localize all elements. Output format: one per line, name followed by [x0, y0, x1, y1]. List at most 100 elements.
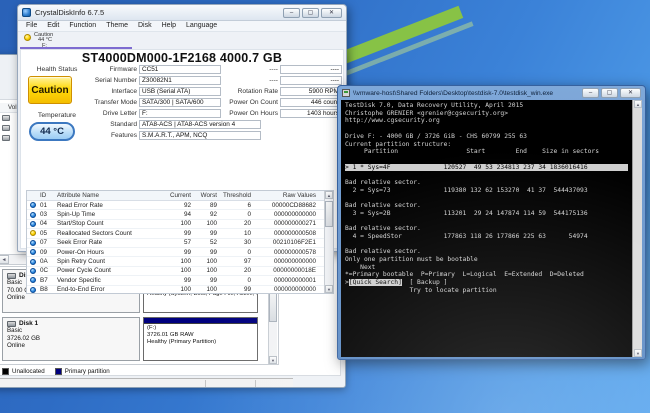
table-header: ID Attribute Name Current Worst Threshol… [27, 191, 333, 201]
field-value: 5900 RPM [280, 87, 342, 96]
status-bar [0, 378, 293, 387]
field-label: ---- [224, 77, 278, 84]
menu-item[interactable]: Theme [101, 21, 133, 31]
maximize-button[interactable]: ▢ [601, 88, 618, 98]
field-row: Rotation Rate 5900 RPM [224, 86, 342, 97]
table-row[interactable]: 09 Power-On Hours 99 99 0 000000000578 [27, 248, 333, 257]
volume-health: Healthy (Primary Partition) [147, 339, 254, 346]
scroll-up-arrow-icon[interactable]: ▲ [634, 100, 642, 108]
attribute-status-icon [30, 230, 36, 236]
crystaldiskinfo-window[interactable]: CrystalDiskInfo 6.7.5 – ▢ ✕ FileEditFunc… [17, 4, 347, 252]
app-icon [22, 8, 31, 17]
close-button[interactable]: ✕ [620, 88, 641, 98]
attribute-status-icon [30, 240, 36, 246]
field-row: Standard ATA8-ACS | ATA8-ACS version 4 [81, 119, 261, 130]
table-row[interactable]: 05 Reallocated Sectors Count 99 99 10 00… [27, 229, 333, 238]
attribute-status-icon [30, 268, 36, 274]
legend-item: Primary partition [55, 368, 110, 375]
field-value: ATA8-ACS | ATA8-ACS version 4 [139, 120, 261, 129]
legend-label: Primary partition [65, 368, 110, 375]
table-row[interactable]: 03 Spin-Up Time 94 92 0 000000000000 [27, 210, 333, 219]
field-value: 446 count [280, 98, 342, 107]
volume-icon [2, 125, 10, 131]
disk-icon [7, 273, 16, 279]
table-row[interactable]: 04 Start/Stop Count 100 100 20 000000000… [27, 220, 333, 229]
legend-label: Unallocated [12, 368, 45, 375]
partition-box[interactable]: (F:) 3726.01 GB RAW Healthy (Primary Par… [143, 317, 258, 361]
menu-item[interactable]: Language [181, 21, 222, 31]
testdisk-window[interactable]: \\vmware-host\Shared Folders\Desktop\tes… [337, 85, 646, 360]
disk-size: 3726.02 GB [7, 335, 135, 342]
field-label: Standard [81, 121, 137, 128]
menu-item[interactable]: Function [64, 21, 101, 31]
table-row[interactable]: 0C Power Cycle Count 100 100 20 00000000… [27, 267, 333, 276]
console-app-icon [342, 89, 350, 97]
close-button[interactable]: ✕ [321, 8, 342, 18]
scroll-down-arrow-icon[interactable]: ▼ [269, 356, 277, 364]
temperature-indicator[interactable]: 44 °C [29, 122, 75, 141]
scroll-left-arrow-icon[interactable]: ◄ [0, 255, 9, 264]
menu-item[interactable]: Edit [42, 21, 64, 31]
title-bar[interactable]: \\vmware-host\Shared Folders\Desktop\tes… [338, 86, 645, 100]
table-row[interactable]: B8 End-to-End Error 100 100 99 000000000… [27, 286, 333, 294]
field-label: Transfer Mode [81, 99, 137, 106]
vertical-scrollbar[interactable]: ▲ ▼ [632, 100, 642, 357]
partition-legend: Unallocated Primary partition [0, 366, 279, 377]
minimize-button[interactable]: – [582, 88, 599, 98]
drive-fields-right: ---- ---- ---- ---- Rotation Rate 5900 R… [224, 64, 342, 119]
menu-bar: FileEditFunctionThemeDiskHelpLanguage [18, 21, 346, 32]
scroll-up-arrow-icon[interactable]: ▲ [325, 191, 333, 199]
table-row[interactable]: B7 Vendor Specific 99 99 0 000000000001 [27, 276, 333, 285]
field-value: ---- [280, 76, 342, 85]
field-label: Power On Hours [224, 110, 278, 117]
field-value: SATA/300 | SATA/600 [139, 98, 221, 107]
temperature-label: Temperature [27, 112, 87, 119]
field-value: Z30082N1 [139, 76, 221, 85]
desktop: Vol ◄ ► Disk 0 Basic 70.00 GB Online [0, 0, 650, 413]
menu-item[interactable]: Help [157, 21, 181, 31]
attribute-status-icon [30, 287, 36, 293]
field-label: ---- [224, 66, 278, 73]
testdisk-console[interactable]: TestDisk 7.0, Data Recovery Utility, Apr… [341, 100, 634, 357]
menu-item[interactable]: File [21, 21, 42, 31]
field-row: ---- ---- [224, 75, 342, 86]
disk-icon [7, 321, 16, 327]
table-row[interactable]: 07 Seek Error Rate 57 52 30 00210106F2E1 [27, 239, 333, 248]
attribute-status-icon [30, 221, 36, 227]
drive-tab-strip: Caution 44 °C F: [18, 32, 346, 49]
scroll-down-arrow-icon[interactable]: ▼ [634, 349, 642, 357]
table-row[interactable]: 01 Read Error Rate 92 89 6 00000CD88682 [27, 201, 333, 210]
health-status-label: Health Status [27, 66, 87, 73]
scroll-down-arrow-icon[interactable]: ▼ [325, 285, 333, 293]
window-title: CrystalDiskInfo 6.7.5 [35, 8, 104, 17]
disk-label-box[interactable]: Disk 1 Basic 3726.02 GB Online [2, 317, 140, 361]
menu-item[interactable]: Disk [133, 21, 157, 31]
field-label: Drive Letter [81, 110, 137, 117]
minimize-button[interactable]: – [283, 8, 300, 18]
field-row: ---- ---- [224, 64, 342, 75]
scrollbar-thumb[interactable] [325, 201, 333, 227]
vertical-scrollbar[interactable]: ▲ ▼ [324, 191, 333, 293]
disk-state: Online [7, 342, 135, 349]
field-row: Power On Count 446 count [224, 97, 342, 108]
title-bar[interactable]: CrystalDiskInfo 6.7.5 – ▢ ✕ [18, 5, 346, 21]
health-status-button[interactable]: Caution [28, 76, 72, 104]
attribute-status-icon [30, 202, 36, 208]
disk-row: Disk 1 Basic 3726.02 GB Online (F:) 3726… [0, 317, 278, 361]
table-body: 01 Read Error Rate 92 89 6 00000CD88682 … [27, 201, 333, 294]
scrollbar-thumb[interactable] [269, 292, 277, 322]
field-value: F: [139, 109, 221, 118]
legend-swatch [2, 368, 9, 375]
maximize-button[interactable]: ▢ [302, 8, 319, 18]
field-value: CC51 [139, 65, 221, 74]
smart-attribute-table: ID Attribute Name Current Worst Threshol… [26, 190, 334, 294]
volume-size: 3726.01 GB RAW [147, 332, 254, 339]
volume-icon [2, 135, 10, 141]
field-value: S.M.A.R.T., APM, NCQ [139, 131, 261, 140]
field-value: USB (Serial ATA) [139, 87, 221, 96]
attribute-status-icon [30, 277, 36, 283]
table-row[interactable]: 0A Spin Retry Count 100 100 97 000000000… [27, 257, 333, 266]
legend-item: Unallocated [2, 368, 45, 375]
field-label: Interface [81, 88, 137, 95]
window-title: \\vmware-host\Shared Folders\Desktop\tes… [353, 90, 553, 97]
